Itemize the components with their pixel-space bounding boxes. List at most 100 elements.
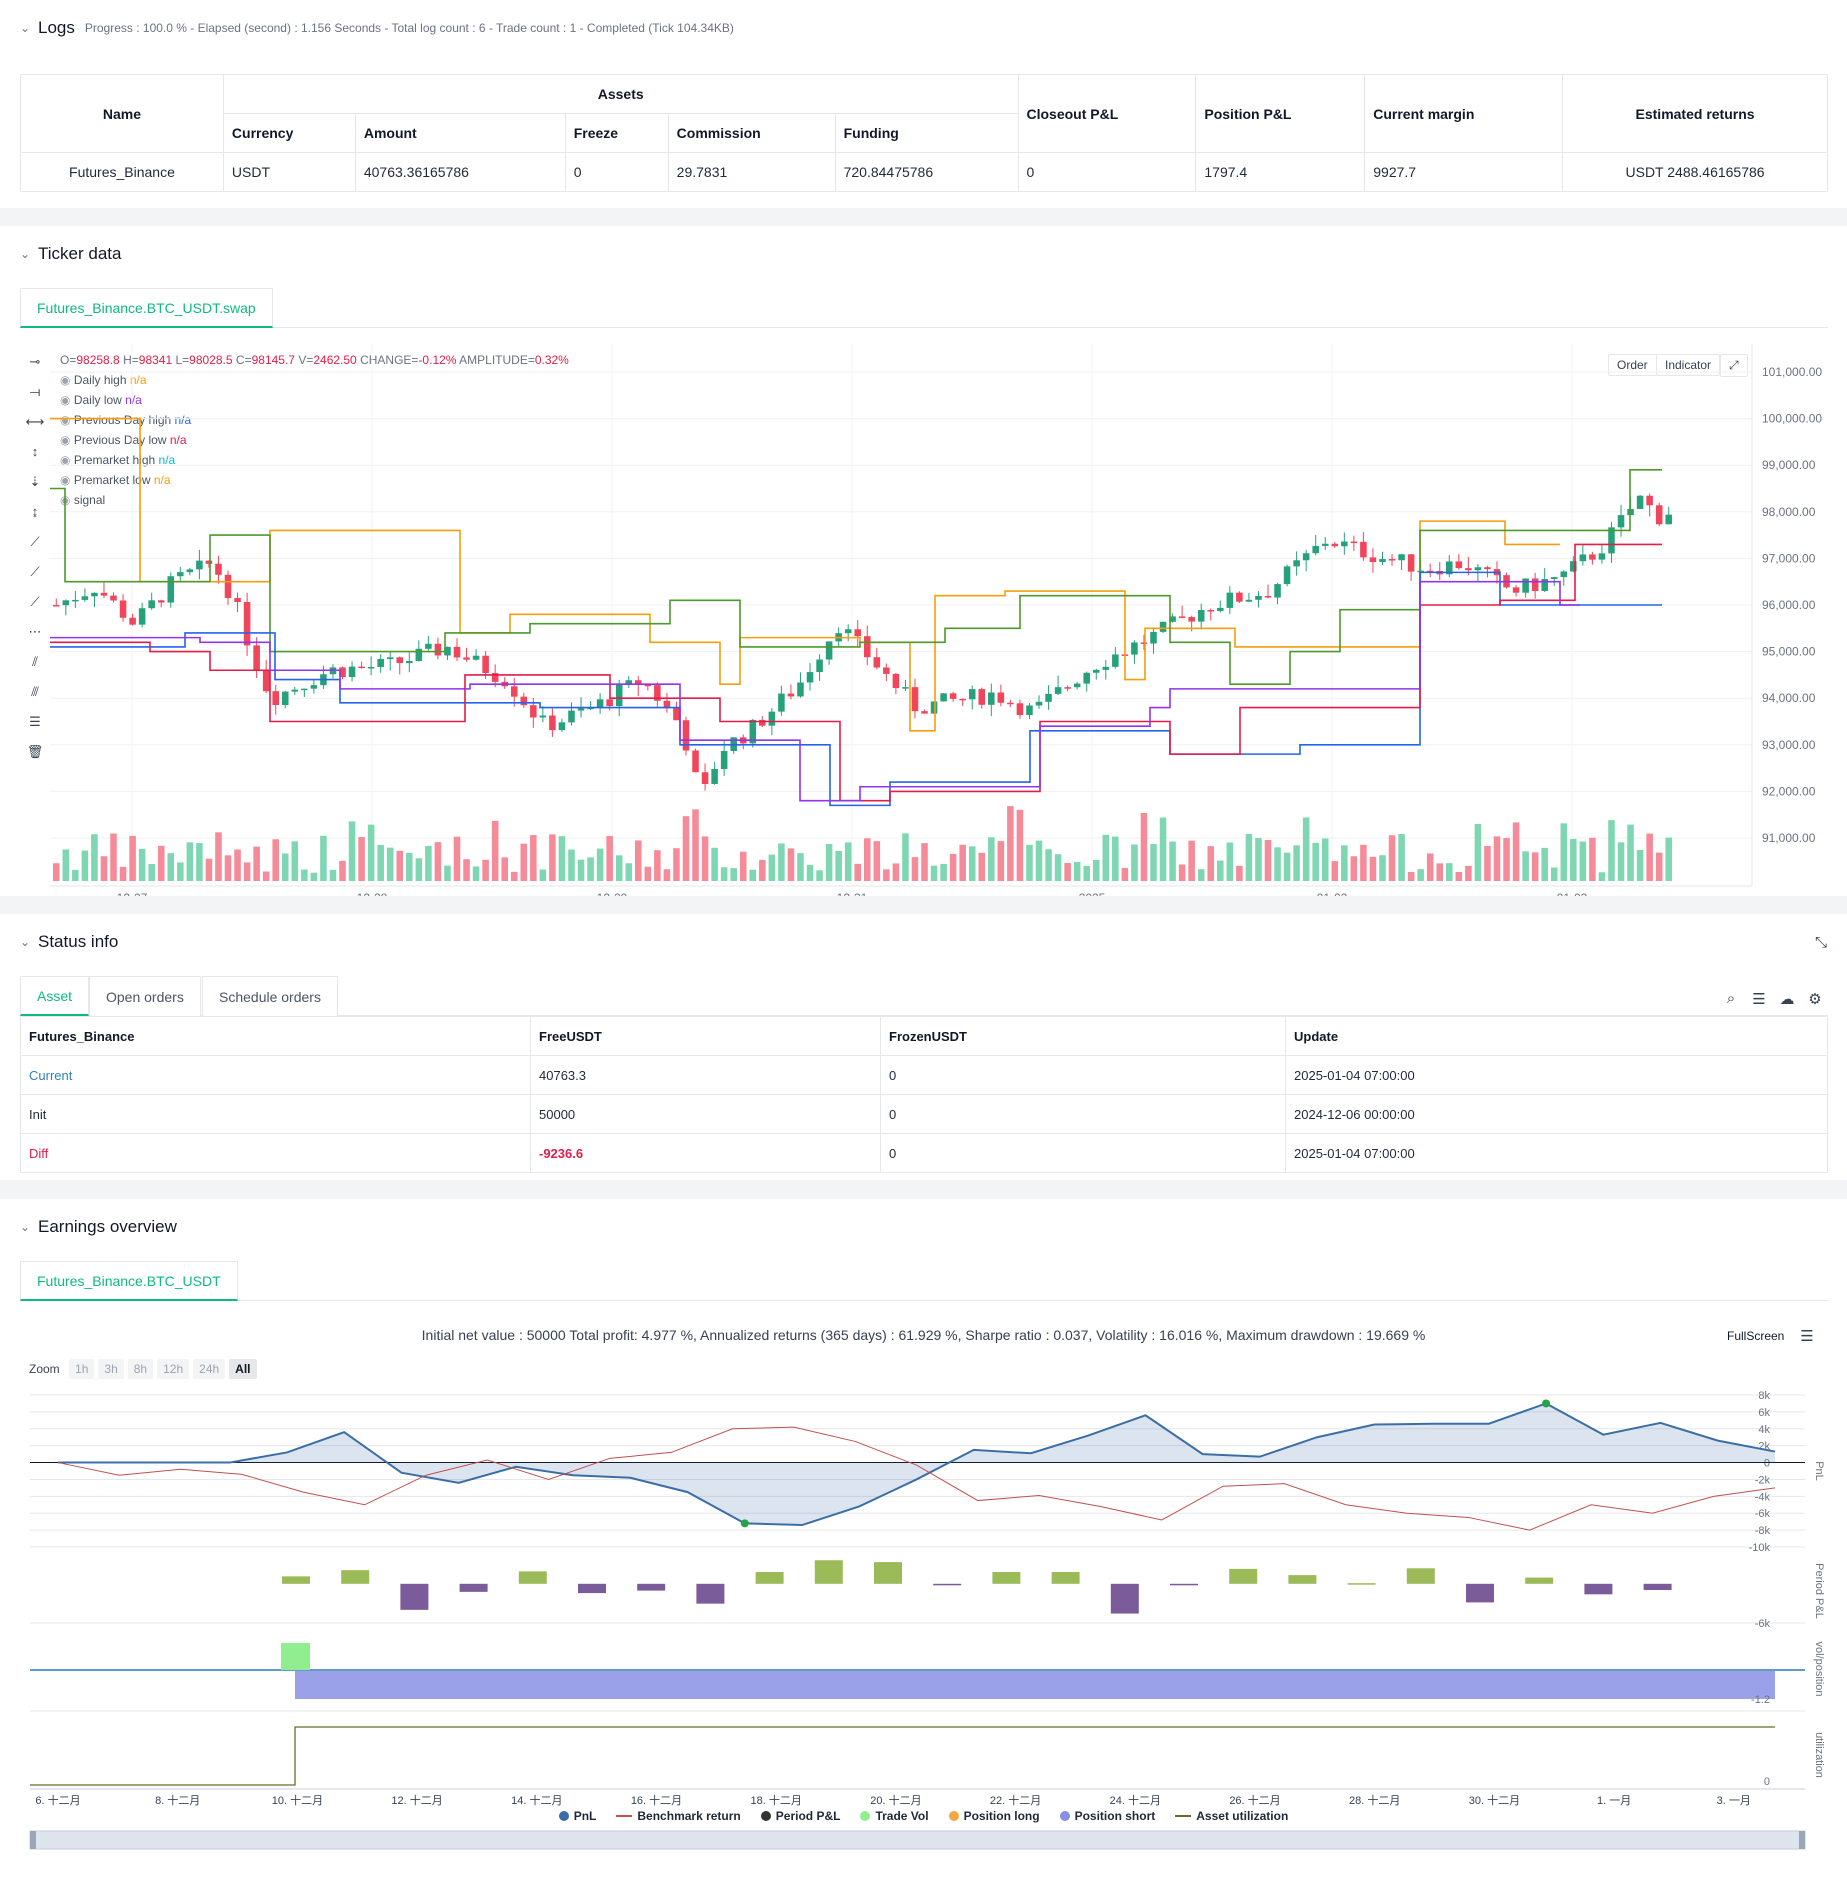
candle-body xyxy=(1054,687,1062,694)
collapse-icon[interactable]: ⤡ xyxy=(1812,934,1830,952)
navigator-handle-left[interactable] xyxy=(30,1831,36,1849)
volume-bar xyxy=(396,850,404,881)
volume-bar xyxy=(959,844,966,881)
logs-header[interactable]: ⌄ Logs Progress : 100.0 % - Elapsed (sec… xyxy=(0,0,1847,56)
candle-body xyxy=(1226,592,1234,608)
candle-body xyxy=(243,601,251,646)
volume-bar xyxy=(644,866,652,881)
list-icon[interactable]: ☰ xyxy=(1750,990,1768,1008)
col-amount: Amount xyxy=(354,113,566,153)
util-tick-label: 0 xyxy=(1764,1776,1770,1788)
tab-schedule-orders[interactable]: Schedule orders xyxy=(202,976,338,1016)
candle-body xyxy=(1159,621,1167,632)
col-returns: Estimated returns xyxy=(1562,74,1828,153)
candle-body xyxy=(806,672,814,683)
cloud-download-icon[interactable]: ☁ xyxy=(1778,990,1796,1008)
volume-bar xyxy=(1474,823,1482,881)
volume-bar xyxy=(205,858,213,881)
legend-marker-icon xyxy=(616,1815,633,1817)
table-row: Futures_Binance USDT 40763.36165786 0 29… xyxy=(20,152,1828,192)
legend-item[interactable]: Period P&L xyxy=(760,1809,840,1823)
legend-marker-icon xyxy=(1059,1811,1070,1821)
tab-asset[interactable]: Asset xyxy=(20,976,90,1016)
search-icon[interactable]: ⌕ xyxy=(1722,990,1740,1008)
util-axis-label: utilization xyxy=(1813,1732,1825,1778)
candle-body xyxy=(778,693,785,712)
candle-body xyxy=(1360,541,1367,558)
candle-body xyxy=(234,597,241,602)
volume-bar xyxy=(215,832,222,881)
volume-bar xyxy=(1493,836,1501,881)
volume-bar xyxy=(1579,841,1587,881)
volume-bar xyxy=(463,859,470,881)
volume-bar xyxy=(406,852,413,881)
period-pnl-bar xyxy=(1288,1575,1317,1584)
gear-icon[interactable]: ⚙ xyxy=(1806,990,1824,1008)
legend-item[interactable]: PnL xyxy=(558,1809,597,1823)
col-free: FreeUSDT xyxy=(530,1016,881,1056)
volume-bar xyxy=(501,857,508,881)
status-header[interactable]: ⌄ Status info xyxy=(0,914,1847,970)
candle-body xyxy=(1092,669,1100,673)
candle-body xyxy=(253,645,260,670)
volume-bar xyxy=(539,869,547,881)
volume-bar xyxy=(673,848,680,881)
volume-bar xyxy=(1045,849,1052,881)
candle-body xyxy=(1541,579,1548,591)
pnl-tick-label: -4k xyxy=(1755,1491,1771,1503)
volume-bar xyxy=(730,868,737,881)
volume-bar xyxy=(806,864,814,881)
cell: 40763.3 xyxy=(530,1055,881,1095)
navigator-handle-right[interactable] xyxy=(1799,1831,1805,1849)
legend-item[interactable]: Trade Vol xyxy=(860,1809,929,1823)
volume-bar xyxy=(1446,863,1453,881)
vol-axis-label: vol/position xyxy=(1813,1641,1825,1696)
candle-body xyxy=(720,751,728,769)
candle-body xyxy=(1598,553,1606,560)
legend-item[interactable]: Benchmark return xyxy=(616,1809,741,1823)
candle-body xyxy=(377,659,384,667)
volume-bar xyxy=(1455,871,1463,881)
candle-body xyxy=(673,707,680,721)
legend-label: PnL xyxy=(573,1809,597,1823)
volume-bar xyxy=(701,836,709,881)
candle-body xyxy=(1321,543,1329,546)
earnings-chart[interactable]: 8k6k4k2k0-2k-4k-6k-8k-10kPnL-6kPeriod P&… xyxy=(0,1199,1847,1880)
candle-body xyxy=(1236,592,1243,602)
pnl-tick-label: -2k xyxy=(1755,1474,1771,1486)
volume-bar xyxy=(1655,852,1663,881)
tab-open-orders[interactable]: Open orders xyxy=(89,976,201,1016)
volume-bar xyxy=(1541,847,1548,881)
period-pnl-bar xyxy=(874,1562,902,1584)
candle-body xyxy=(768,711,776,726)
navigator[interactable] xyxy=(29,1830,1806,1850)
candle-body xyxy=(663,700,671,708)
legend-item[interactable]: Position short xyxy=(1059,1809,1155,1823)
x-tick-label: 20. 十二月 xyxy=(870,1793,921,1807)
candle-body xyxy=(472,655,480,660)
trade-vol-bar xyxy=(281,1643,310,1670)
candle-body xyxy=(1589,554,1596,560)
volume-bar xyxy=(921,843,928,881)
candle-body xyxy=(291,689,299,692)
cell: 0 xyxy=(880,1055,1286,1095)
chevron-down-icon[interactable]: ⌄ xyxy=(20,21,38,35)
volume-bar xyxy=(864,838,871,881)
candlestick-chart[interactable]: 101,000.00 100,000.00 99,000.00 98,000.00 97… xyxy=(0,226,1847,896)
legend-item[interactable]: Asset utilization xyxy=(1175,1809,1288,1823)
volume-bar xyxy=(1484,846,1491,881)
row-label-diff: Diff xyxy=(20,1133,531,1173)
cell: 1797.4 xyxy=(1195,152,1366,192)
volume-bar xyxy=(1407,872,1415,881)
volume-bar xyxy=(301,869,308,881)
pnl-axis-label: PnL xyxy=(1813,1461,1825,1481)
chevron-down-icon[interactable]: ⌄ xyxy=(20,935,38,949)
volume-bar xyxy=(1512,822,1520,881)
period-pnl-bar xyxy=(400,1583,429,1610)
volume-bar xyxy=(1035,840,1043,881)
candle-body xyxy=(1398,554,1405,561)
volume-bar xyxy=(1608,820,1615,881)
legend-item[interactable]: Position long xyxy=(948,1809,1040,1823)
volume-bar xyxy=(358,837,365,881)
volume-bar xyxy=(835,851,842,881)
